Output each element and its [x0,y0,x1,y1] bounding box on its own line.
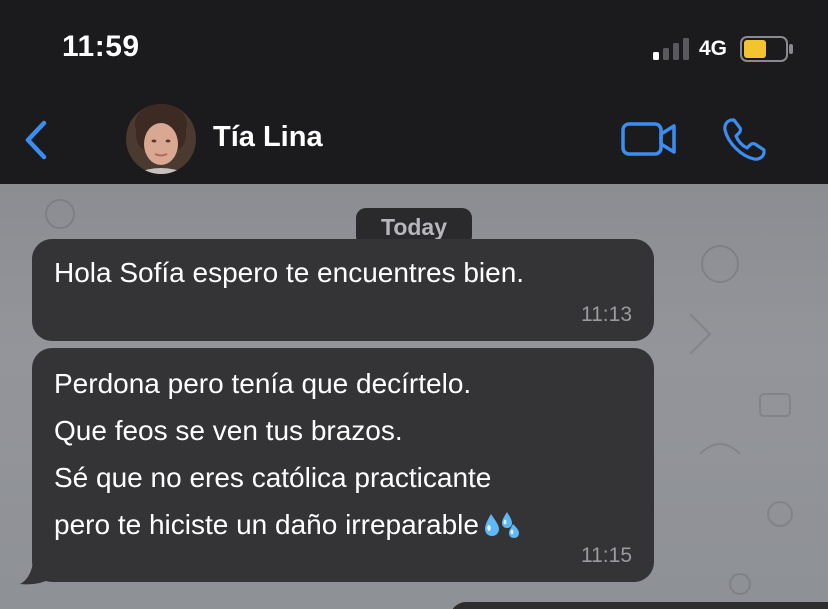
chat-area[interactable]: Today Hola Sofía espero te encuentres bi… [0,184,828,609]
chevron-left-icon[interactable] [22,120,52,160]
message-bubble[interactable]: Hola Sofía espero te encuentres bien. 11… [32,239,654,341]
message-line: Sé que no eres católica practicante [54,462,492,493]
status-time: 11:59 [62,30,140,63]
avatar[interactable] [126,104,196,174]
chat-header: Tía Lina [0,92,828,184]
network-type: 4G [699,37,728,60]
message-bubble[interactable]: Perdona pero tenía que decírtelo. Que fe… [32,348,654,582]
phone-icon[interactable] [721,117,767,163]
status-bar: 11:59 4G [0,0,828,92]
sweat-droplets-icon [484,512,519,538]
message-line: pero te hiciste un daño irreparable [54,509,479,540]
signal-strength-icon [653,38,689,60]
message-time: 11:13 [581,303,632,326]
message-line: Que feos se ven tus brazos. [54,415,403,446]
next-message-bubble-edge [450,602,828,609]
video-camera-icon[interactable] [621,120,677,158]
contact-name[interactable]: Tía Lina [213,121,323,154]
message-time: 11:15 [581,544,632,567]
message-text: Hola Sofía espero te encuentres bien. [54,257,525,288]
message-text: Perdona pero tenía que decírtelo. Que fe… [54,360,521,548]
message-line: Perdona pero tenía que decírtelo. [54,368,472,399]
battery-icon [740,36,793,62]
